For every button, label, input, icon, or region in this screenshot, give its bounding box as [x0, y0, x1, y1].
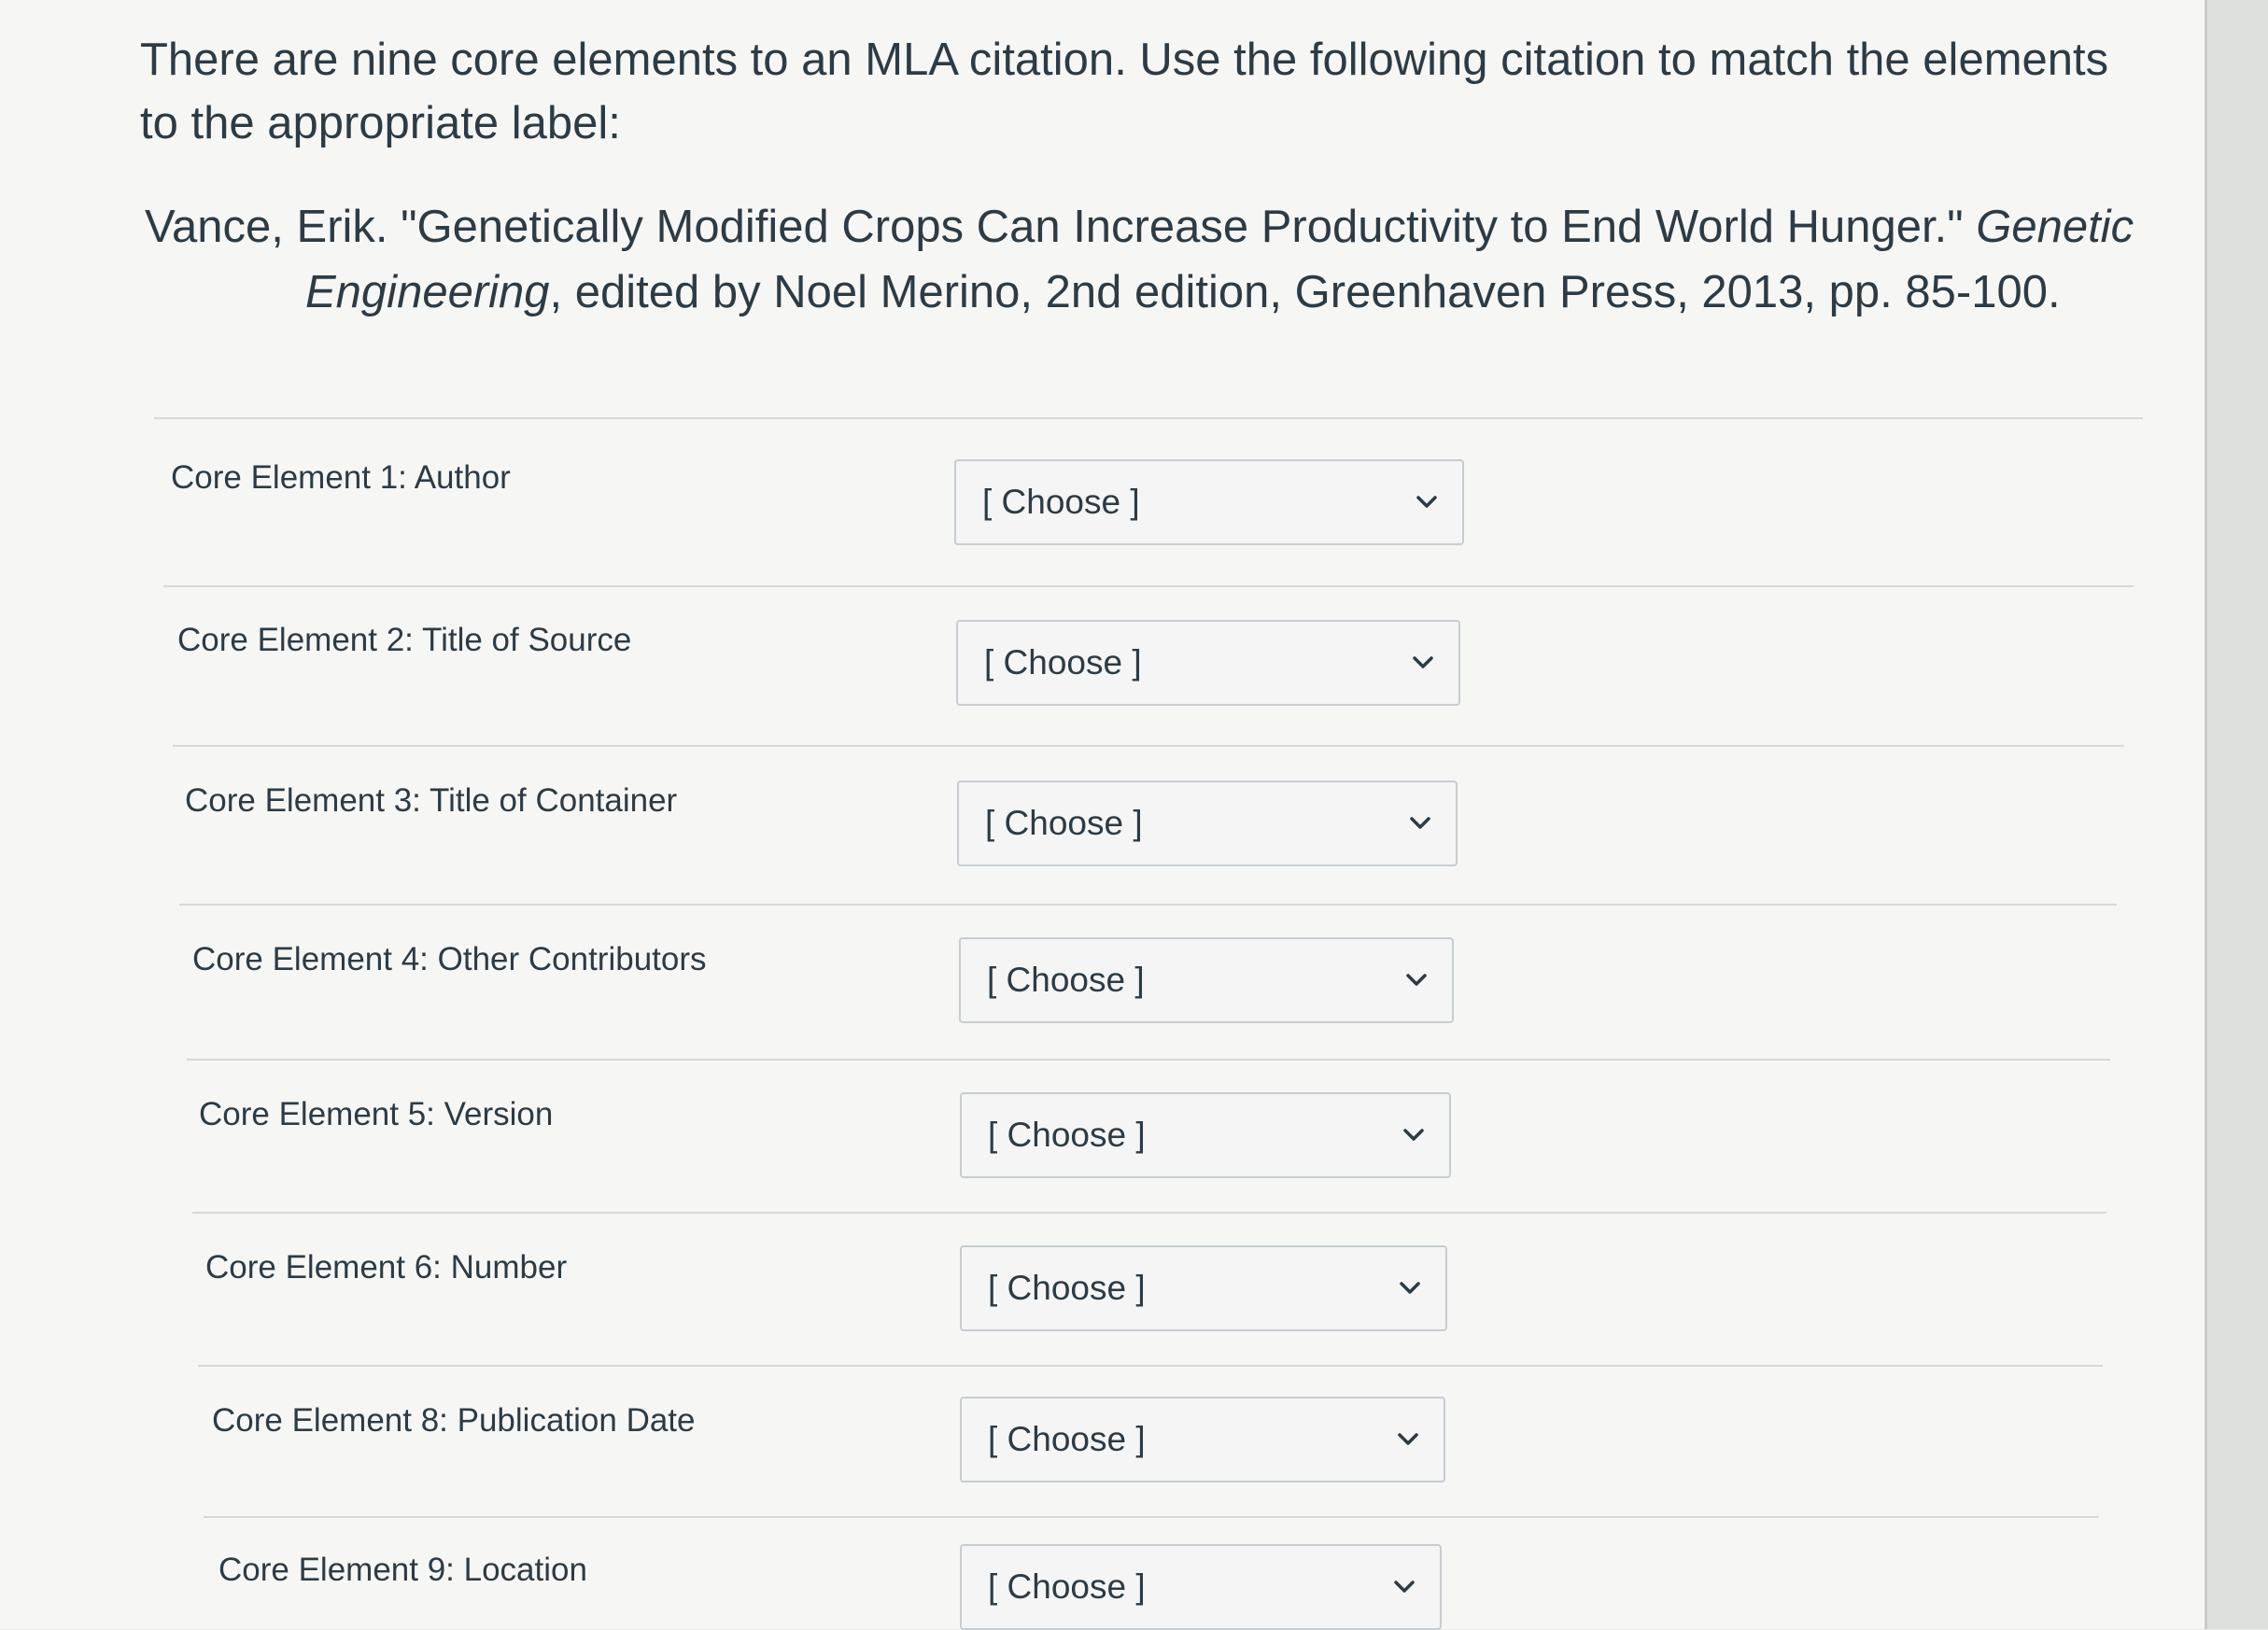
chevron-down-icon — [1382, 1421, 1434, 1458]
row-label-title-of-container: Core Element 3: Title of Container — [185, 782, 678, 819]
row-divider — [198, 1365, 2103, 1367]
chevron-down-icon — [1378, 1568, 1430, 1606]
location-select[interactable]: [ Choose ] — [960, 1544, 1442, 1630]
question-panel: There are nine core elements to an MLA c… — [0, 0, 2207, 1630]
chevron-down-icon — [1390, 962, 1443, 999]
author-select[interactable]: [ Choose ] — [954, 459, 1464, 545]
title-of-container-select[interactable]: [ Choose ] — [957, 780, 1458, 866]
select-value: [ Choose ] — [985, 804, 1143, 842]
citation-part-2: , edited by Noel Merino, 2nd edition, Gr… — [549, 267, 2061, 317]
page-margin — [2207, 0, 2268, 1629]
chevron-down-icon — [1394, 805, 1446, 842]
publication-date-select[interactable]: [ Choose ] — [960, 1397, 1445, 1482]
top-divider — [154, 417, 2143, 419]
chevron-down-icon — [1384, 1270, 1436, 1307]
question-prompt: There are nine core elements to an MLA c… — [140, 35, 2109, 148]
select-value: [ Choose ] — [988, 1420, 1146, 1458]
chevron-down-icon — [1397, 644, 1449, 682]
citation-text: Vance, Erik. "Genetically Modified Crops… — [145, 194, 2268, 325]
select-value: [ Choose ] — [984, 643, 1142, 682]
select-value: [ Choose ] — [988, 1116, 1146, 1154]
row-label-location: Core Element 9: Location — [218, 1552, 587, 1588]
row-divider — [192, 1212, 2106, 1214]
row-divider — [187, 1059, 2110, 1061]
chevron-down-icon — [1401, 484, 1453, 521]
select-value: [ Choose ] — [988, 1567, 1146, 1606]
row-label-publication-date: Core Element 8: Publication Date — [212, 1402, 696, 1439]
citation-part-1: Vance, Erik. "Genetically Modified Crops… — [145, 202, 1977, 252]
version-select[interactable]: [ Choose ] — [960, 1092, 1451, 1178]
row-label-other-contributors: Core Element 4: Other Contributors — [192, 941, 707, 977]
row-divider — [163, 585, 2134, 587]
select-value: [ Choose ] — [988, 1269, 1146, 1307]
row-label-number: Core Element 6: Number — [205, 1249, 568, 1286]
select-value: [ Choose ] — [987, 961, 1145, 999]
chevron-down-icon — [1388, 1117, 1440, 1154]
select-value: [ Choose ] — [982, 483, 1140, 521]
title-of-source-select[interactable]: [ Choose ] — [956, 620, 1460, 706]
other-contributors-select[interactable]: [ Choose ] — [959, 937, 1454, 1023]
row-divider — [179, 904, 2117, 906]
number-select[interactable]: [ Choose ] — [960, 1245, 1447, 1331]
row-divider — [173, 745, 2124, 747]
row-label-title-of-source: Core Element 2: Title of Source — [177, 622, 632, 658]
row-label-author: Core Element 1: Author — [171, 459, 511, 496]
row-label-version: Core Element 5: Version — [199, 1096, 554, 1132]
row-divider — [204, 1516, 2099, 1518]
